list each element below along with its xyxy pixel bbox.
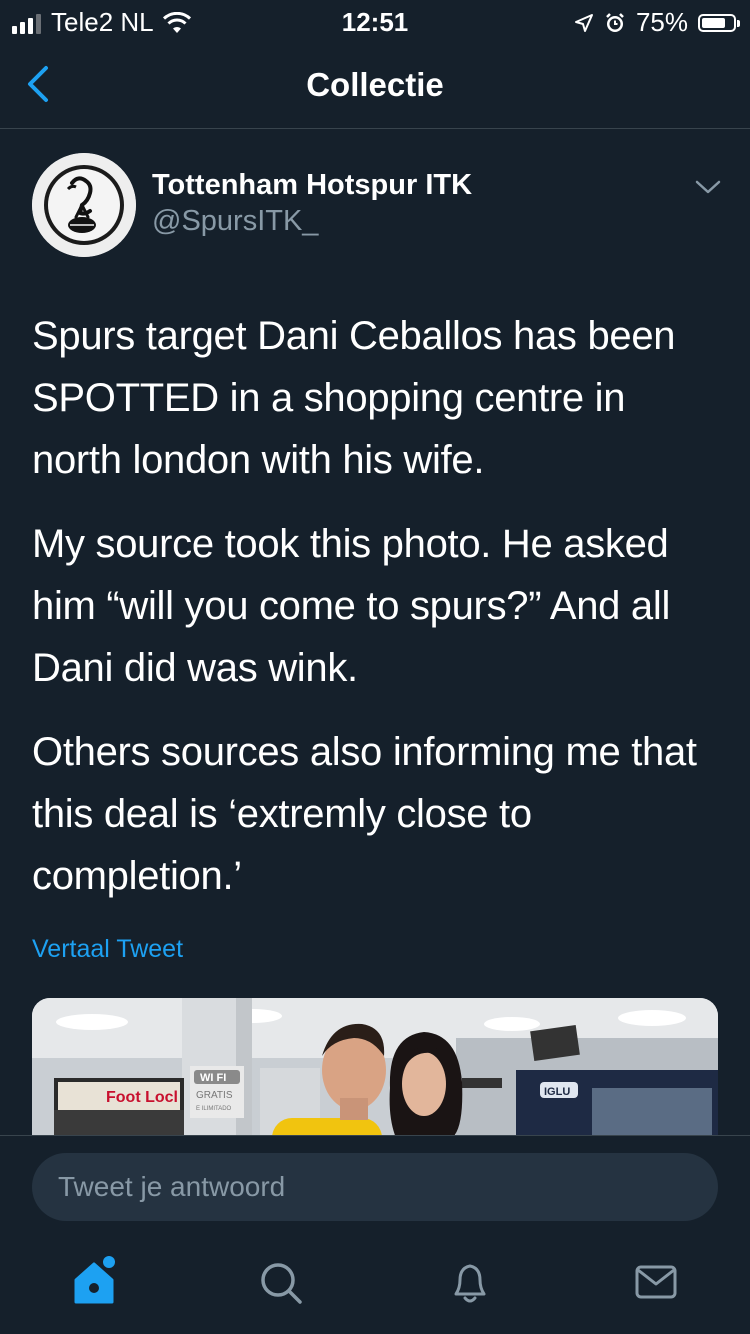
chevron-down-icon [695,180,721,194]
page-title: Collectie [306,66,444,103]
wifi-sign-sub: GRATIS [196,1090,233,1101]
screen: Tele2 NL 12:51 75% Collectie Tottenham H… [0,0,750,1334]
cockerel-logo-icon [32,153,136,257]
tweet-photo[interactable]: Foot Locl WI FI GRATIS E ILIMITADO IGLU [32,998,718,1135]
tweet-paragraph: My source took this photo. He asked him … [32,522,671,690]
avatar[interactable] [32,153,136,257]
alarm-icon [606,12,624,32]
translate-tweet-link[interactable]: Vertaal Tweet [32,935,183,964]
wifi-sign: WI FI [200,1072,226,1084]
wifi-sign-sub2: E ILIMITADO [196,1106,232,1112]
home-icon [74,1256,115,1304]
store-sign: Foot Locl [106,1089,178,1106]
tweet-paragraph: Spurs target Dani Ceballos has been SPOT… [32,314,676,482]
reply-input[interactable]: Tweet je antwoord [32,1153,718,1221]
reply-area: Tweet je antwoord [0,1135,750,1334]
status-right: 75% [574,7,740,38]
status-bar: Tele2 NL 12:51 75% [0,0,750,40]
more-options-button[interactable] [694,177,722,197]
tab-notifications[interactable] [440,1252,500,1312]
tab-messages[interactable] [626,1252,686,1312]
author-handle[interactable]: @SpursITK_ [152,205,318,238]
search-icon [261,1263,302,1304]
tab-search[interactable] [250,1252,310,1312]
bell-icon [454,1264,486,1303]
location-arrow-icon [574,13,593,32]
tweet: Tottenham Hotspur ITK @SpursITK_ Spurs t… [0,129,750,1135]
mail-icon [635,1265,677,1299]
tweet-text: Spurs target Dani Ceballos has been SPOT… [32,305,722,929]
photo-image: Foot Locl WI FI GRATIS E ILIMITADO IGLU [32,998,718,1135]
shop-logo: IGLU [544,1086,570,1098]
tab-home[interactable] [64,1252,124,1312]
tweet-paragraph: Others sources also informing me that th… [32,730,697,898]
author-name[interactable]: Tottenham Hotspur ITK [152,169,472,202]
battery-percent: 75% [635,7,688,37]
battery-icon [698,13,740,32]
battery-fill [702,17,725,28]
navigation-bar: Collectie [0,40,750,129]
tab-bar [0,1248,750,1328]
